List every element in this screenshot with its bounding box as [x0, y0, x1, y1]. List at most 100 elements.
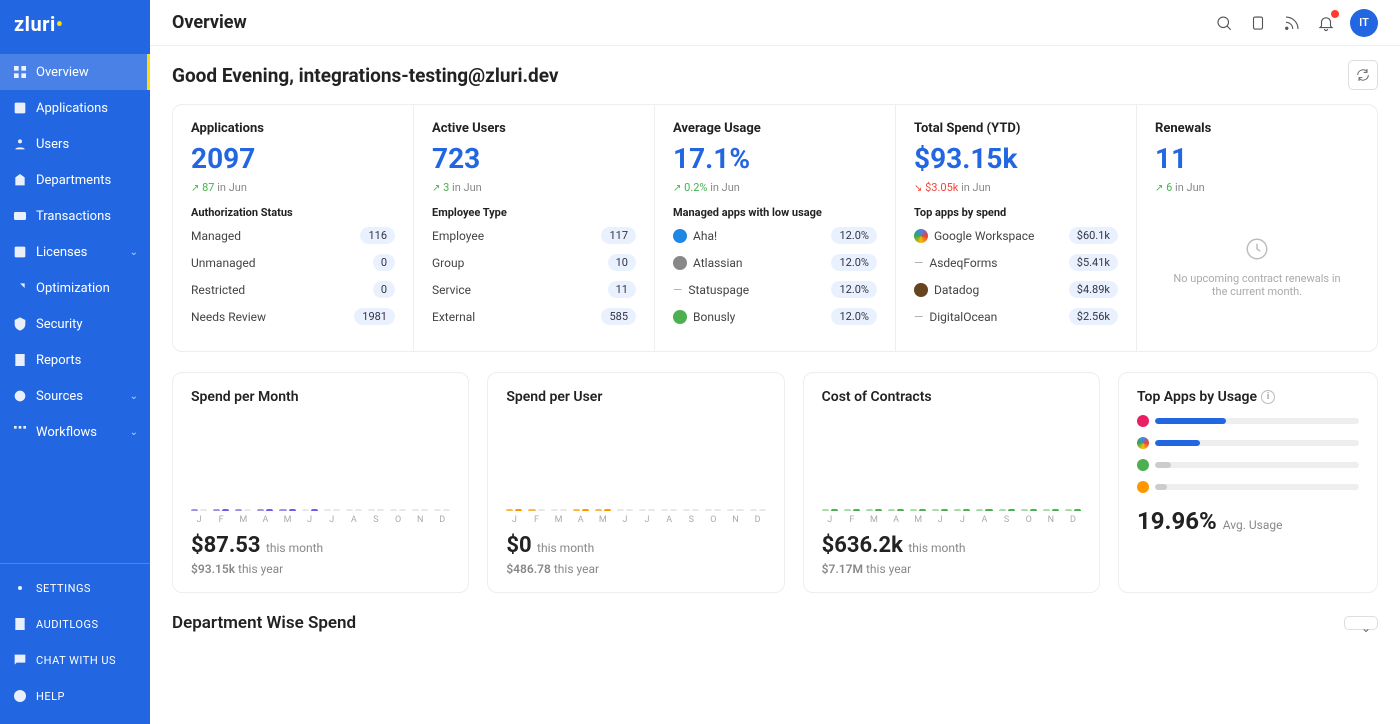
chart-big: $87.53 this month: [191, 533, 450, 558]
bar-label: S: [373, 515, 378, 525]
sidebar-item-licenses[interactable]: Licenses⌄: [0, 234, 150, 270]
bar-label: F: [534, 515, 539, 525]
bar-slot: F: [844, 509, 860, 525]
metric-row-label: Employee: [432, 229, 484, 243]
bar-slot: J: [822, 509, 838, 525]
bar-label: J: [197, 515, 202, 525]
bar-label: M: [599, 515, 607, 525]
sidebar-footer-auditlogs[interactable]: AUDITLOGS: [0, 606, 150, 642]
bar-slot: J: [506, 509, 522, 525]
metric-applications: Applications2097↗ 87 in JunAuthorization…: [173, 105, 414, 351]
bar-label: N: [1048, 515, 1054, 525]
bar-slot: F: [213, 509, 229, 525]
sidebar-item-transactions[interactable]: Transactions: [0, 198, 150, 234]
metric-row[interactable]: —Statuspage12.0%: [673, 281, 877, 298]
chevron-down-icon: ⌄: [130, 391, 138, 402]
search-icon[interactable]: [1214, 13, 1234, 33]
chart-title: Spend per Month: [191, 389, 450, 405]
usage-row[interactable]: [1137, 459, 1359, 471]
bar-slot: D: [750, 509, 766, 525]
bar-label: J: [512, 515, 517, 525]
usage-row[interactable]: [1137, 415, 1359, 427]
dept-dropdown[interactable]: [1344, 616, 1378, 630]
metric-row[interactable]: Group10: [432, 254, 636, 271]
sidebar-item-security[interactable]: Security: [0, 306, 150, 342]
bar-label: J: [307, 515, 312, 525]
bar-slot: A: [888, 509, 904, 525]
sidebar-footer-settings[interactable]: SETTINGS: [0, 570, 150, 606]
charts-row: Spend per MonthJFMAMJJASOND$87.53 this m…: [172, 372, 1378, 593]
bar-slot: S: [368, 509, 384, 525]
metric-row-label: Unmanaged: [191, 256, 255, 270]
bar-label: J: [827, 515, 832, 525]
sidebar-footer-label: AUDITLOGS: [36, 618, 99, 631]
avatar[interactable]: IT: [1350, 9, 1378, 37]
usage-track: [1155, 462, 1359, 468]
rss-icon[interactable]: [1282, 13, 1302, 33]
metric-row[interactable]: Service11: [432, 281, 636, 298]
bar-slot: J: [191, 509, 207, 525]
sidebar-item-users[interactable]: Users: [0, 126, 150, 162]
info-icon[interactable]: i: [1261, 390, 1275, 404]
bar-slot: M: [551, 509, 567, 525]
metric-value: $93.15k: [914, 142, 1118, 175]
bar-label: A: [666, 515, 672, 525]
metric-row-label: Managed: [191, 229, 241, 243]
sidebar-item-sources[interactable]: Sources⌄: [0, 378, 150, 414]
sidebar-item-optimization[interactable]: Optimization: [0, 270, 150, 306]
metric-value: 2097: [191, 142, 395, 175]
metric-row[interactable]: Atlassian12.0%: [673, 254, 877, 271]
sidebar-footer-chat-with-us[interactable]: CHAT WITH US: [0, 642, 150, 678]
metric-row[interactable]: —AsdeqForms$5.41k: [914, 254, 1118, 271]
usage-row[interactable]: [1137, 481, 1359, 493]
bar-slot: A: [661, 509, 677, 525]
metric-row[interactable]: —DigitalOcean$2.56k: [914, 308, 1118, 325]
usage-title: Top Apps by Usage i: [1137, 389, 1359, 405]
footer-icon: [12, 580, 28, 596]
chart-small: $486.78 this year: [506, 562, 765, 576]
chart-title: Spend per User: [506, 389, 765, 405]
app-icon: [914, 229, 928, 243]
chart-small: $93.15k this year: [191, 562, 450, 576]
bell-icon[interactable]: [1316, 13, 1336, 33]
refresh-button[interactable]: [1348, 60, 1378, 90]
metric-row[interactable]: Needs Review1981: [191, 308, 395, 325]
sidebar-item-overview[interactable]: Overview: [0, 54, 150, 90]
bar-label: J: [622, 515, 627, 525]
metric-spend: Total Spend (YTD)$93.15k↘ $3.05k in JunT…: [896, 105, 1137, 351]
sidebar-item-applications[interactable]: Applications: [0, 90, 150, 126]
metric-value: 17.1%: [673, 142, 877, 175]
usage-row[interactable]: [1137, 437, 1359, 449]
sidebar-item-label: Optimization: [36, 281, 110, 296]
main: Overview IT Good Evening, integrations-t…: [150, 0, 1400, 724]
sidebar-item-workflows[interactable]: Workflows⌄: [0, 414, 150, 450]
metric-row[interactable]: Aha!12.0%: [673, 227, 877, 244]
bar-slot: J: [324, 509, 340, 525]
chevron-down-icon: ⌄: [130, 427, 138, 438]
bar-slot: J: [932, 509, 948, 525]
bar-slot: A: [257, 509, 273, 525]
metric-row[interactable]: Unmanaged0: [191, 254, 395, 271]
bar-label: M: [870, 515, 878, 525]
metric-row[interactable]: Bonusly12.0%: [673, 308, 877, 325]
sidebar-item-reports[interactable]: Reports: [0, 342, 150, 378]
sidebar-item-label: Reports: [36, 353, 81, 368]
dash-icon: —: [914, 310, 923, 324]
metric-row-value: 117: [601, 227, 636, 244]
sidebar-footer-label: CHAT WITH US: [36, 654, 116, 667]
metric-row[interactable]: Google Workspace$60.1k: [914, 227, 1118, 244]
metric-row[interactable]: Employee 117: [432, 227, 636, 244]
sidebar-item-departments[interactable]: Departments: [0, 162, 150, 198]
dash-icon: —: [673, 283, 682, 297]
metric-row[interactable]: Restricted0: [191, 281, 395, 298]
bar-label: F: [219, 515, 224, 525]
metric-row-label: Service: [432, 283, 471, 297]
metric-row[interactable]: Datadog$4.89k: [914, 281, 1118, 298]
clipboard-icon[interactable]: [1248, 13, 1268, 33]
bar-slot: O: [705, 509, 721, 525]
metric-row[interactable]: Managed116: [191, 227, 395, 244]
metric-title: Total Spend (YTD): [914, 121, 1118, 136]
metric-row[interactable]: External585: [432, 308, 636, 325]
usage-track: [1155, 440, 1359, 446]
sidebar-footer-help[interactable]: HELP: [0, 678, 150, 714]
